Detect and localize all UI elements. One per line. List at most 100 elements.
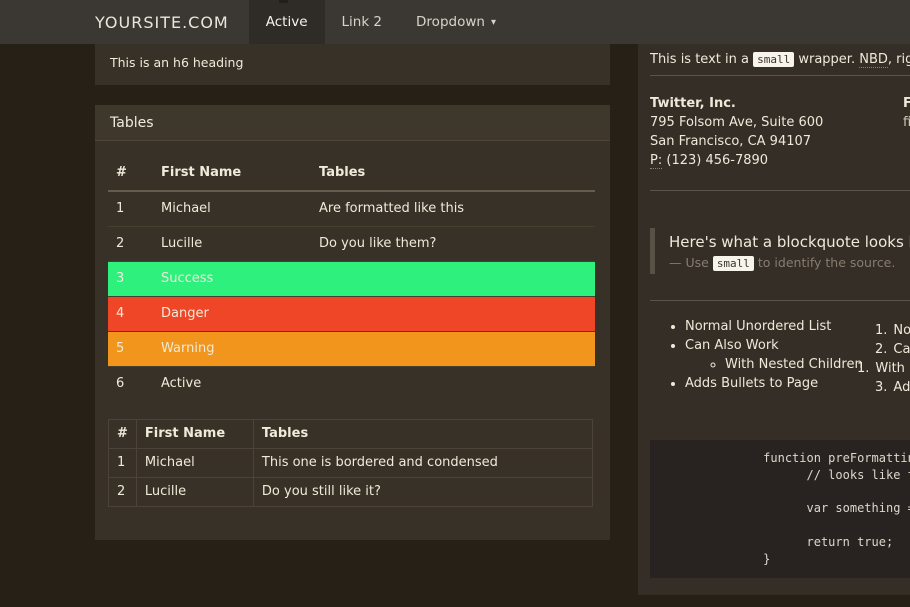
bordered-table-body: 1MichaelThis one is bordered and condens… (109, 449, 593, 507)
table-row: 4Danger (108, 297, 595, 332)
nav-item-dropdown[interactable]: Dropdown ▾ (399, 0, 513, 44)
blockquote: Here's what a blockquote looks like in b… (650, 228, 910, 274)
navbar-items: Active Link 2 Dropdown ▾ (249, 0, 513, 44)
address-line: 795 Folsom Ave, Suite 600 (650, 113, 910, 132)
table-cell: 2 (109, 478, 137, 507)
address-twitter: Twitter, Inc. 795 Folsom Ave, Suite 600 … (650, 94, 910, 170)
column-header: Tables (253, 420, 592, 449)
list-item: 1. With Nested Children (857, 359, 910, 378)
tables-panel-heading: Tables (95, 105, 610, 141)
table-cell: 2 (108, 227, 153, 262)
list-item: 1. Normal Ordered List (875, 321, 910, 340)
table-cell: Lucille (153, 227, 311, 262)
h6-heading-panel: This is an h6 heading (95, 44, 610, 85)
bordered-table-head: #First NameTables (109, 420, 593, 449)
nav-item-active[interactable]: Active (249, 0, 325, 44)
table-cell: 5 (108, 332, 153, 367)
column-header: First Name (153, 156, 311, 191)
text-fragment: This is text in a (650, 52, 753, 67)
list-item-label: With Nested Children (875, 359, 910, 378)
ordered-list: 1. Normal Ordered List 2. Can Also Work 1. Wi… (855, 321, 910, 397)
caret-down-icon: ▾ (491, 17, 496, 28)
table-row: 3Success (108, 262, 595, 297)
table-row: 5Warning (108, 332, 595, 367)
table-row: 2LucilleDo you still like it? (109, 478, 593, 507)
phone-number: (123) 456-7890 (662, 153, 768, 168)
basic-table-head: #First NameTables (108, 156, 595, 191)
table-row: 1MichaelThis one is bordered and condens… (109, 449, 593, 478)
table-cell (311, 297, 595, 332)
text-fragment: wrapper. (794, 52, 859, 67)
address-email[interactable]: first.last@example.com (903, 113, 910, 132)
table-header-row: #First NameTables (109, 420, 593, 449)
divider (650, 190, 910, 191)
nav-item-link-2[interactable]: Link 2 (325, 0, 400, 44)
navbar-brand[interactable]: YOURSITE.COM (95, 0, 229, 44)
tables-panel-title: Tables (110, 115, 154, 131)
tables-panel-body: #First NameTables 1MichaelAre formatted … (95, 141, 610, 540)
address-line: San Francisco, CA 94107 (650, 132, 910, 151)
table-cell (311, 367, 595, 402)
abbr-phone: P: (650, 153, 662, 169)
table-cell (311, 262, 595, 297)
inline-code-small: small (753, 52, 794, 67)
table-cell: Do you like them? (311, 227, 595, 262)
address-phone: P: (123) 456-7890 (650, 151, 910, 170)
column-header: Tables (311, 156, 595, 191)
column-header: # (108, 156, 153, 191)
text-fragment: , right? (888, 52, 910, 67)
nav-item-label: Link 2 (342, 14, 383, 30)
table-cell (311, 332, 595, 367)
table-cell: Do you still like it? (253, 478, 592, 507)
list-item-label: Adds Numbers to Page (893, 378, 910, 397)
table-cell: 4 (108, 297, 153, 332)
text-fragment: — Use (669, 255, 713, 270)
table-cell: Warning (153, 332, 311, 367)
list-item: 2. Can Also Work (875, 340, 910, 359)
table-cell: 3 (108, 262, 153, 297)
h6-heading-text: This is an h6 heading (110, 55, 243, 70)
table-cell: This one is bordered and condensed (253, 449, 592, 478)
list-item-label: Can Also Work (893, 340, 910, 359)
address-name: Full Name (903, 94, 910, 113)
address-row: Twitter, Inc. 795 Folsom Ave, Suite 600 … (650, 94, 910, 170)
address-name: Twitter, Inc. (650, 94, 910, 113)
table-cell: Lucille (136, 478, 253, 507)
blockquote-footer: — Use small to identify the source. (669, 255, 910, 272)
table-cell: 6 (108, 367, 153, 402)
list-item-label: Normal Ordered List (893, 321, 910, 340)
list-item: 3. Adds Numbers to Page (875, 378, 910, 397)
divider (650, 300, 910, 301)
table-row: 6Active (108, 367, 595, 402)
column-header: First Name (136, 420, 253, 449)
list-marker: 1. (875, 321, 887, 340)
right-column: This is text in a small wrapper. NBD, ri… (638, 44, 910, 595)
basic-table-body: 1MichaelAre formatted like this2LucilleD… (108, 191, 595, 401)
bordered-table: #First NameTables 1MichaelThis one is bo… (108, 419, 593, 507)
code-block: function preFormatting() { // looks like… (650, 440, 910, 578)
table-cell: Success (153, 262, 311, 297)
table-cell: Danger (153, 297, 311, 332)
abbr-nbd: NBD (859, 52, 888, 68)
text-fragment: to identify the source. (754, 255, 895, 270)
left-column: This is an h6 heading Tables #First Name… (95, 44, 610, 540)
divider (650, 75, 910, 76)
nav-item-label: Dropdown (416, 14, 485, 30)
list-marker: 1. (857, 359, 869, 378)
column-header: # (109, 420, 137, 449)
table-cell: Active (153, 367, 311, 402)
lists-row: Normal Unordered ListCan Also WorkWith N… (650, 317, 910, 395)
basic-table: #First NameTables 1MichaelAre formatted … (108, 156, 595, 401)
blockquote-text: Here's what a blockquote looks like in b… (669, 232, 910, 253)
table-cell: 1 (108, 191, 153, 227)
tables-panel: Tables #First NameTables 1MichaelAre for… (95, 105, 610, 540)
address-full-name: Full Name first.last@example.com (903, 94, 910, 132)
table-cell: Michael (136, 449, 253, 478)
nav-item-label: Active (266, 14, 308, 30)
navbar: YOURSITE.COM Active Link 2 Dropdown ▾ (0, 0, 910, 44)
list-marker: 2. (875, 340, 887, 359)
list-marker: 3. (875, 378, 887, 397)
table-header-row: #First NameTables (108, 156, 595, 191)
table-cell: 1 (109, 449, 137, 478)
table-row: 2LucilleDo you like them? (108, 227, 595, 262)
